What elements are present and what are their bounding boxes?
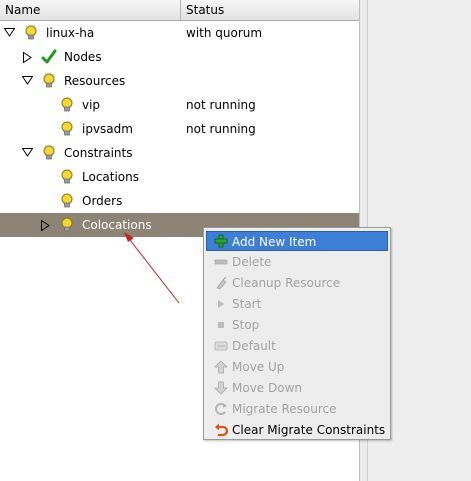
column-header-name[interactable]: Name (0, 0, 181, 20)
menu-item-label: Add New Item (232, 235, 317, 249)
add-icon (214, 234, 228, 248)
play-icon (214, 297, 228, 311)
tree-label: linux-ha (46, 26, 95, 40)
undo-icon (214, 423, 229, 437)
tree-row-locations[interactable]: Locations (0, 165, 359, 189)
arrow-up-icon (214, 360, 228, 374)
menu-item-stop[interactable]: Stop (206, 315, 388, 335)
bulb-icon (24, 25, 38, 41)
menu-item-move-down[interactable]: Move Down (206, 378, 388, 398)
menu-item-label: Stop (232, 318, 260, 332)
tree-label: Nodes (64, 50, 102, 64)
expander-collapsed-icon[interactable] (40, 213, 52, 237)
tree-row-vip[interactable]: vip not running (0, 93, 359, 117)
tree-row-ipvsadm[interactable]: ipvsadm not running (0, 117, 359, 141)
tree-label: ipvsadm (82, 122, 133, 136)
bulb-icon (42, 73, 56, 89)
tree-label: vip (82, 98, 101, 112)
menu-item-default[interactable]: Default (206, 336, 388, 356)
tree-status: not running (186, 98, 256, 112)
tree-label: Orders (82, 194, 123, 208)
migrate-icon (214, 402, 228, 416)
bulb-icon (42, 145, 56, 161)
menu-item-move-up[interactable]: Move Up (206, 357, 388, 377)
tree-header: Name Status (0, 0, 359, 21)
menu-item-label: Clear Migrate Constraints (232, 423, 386, 437)
menu-item-label: Default (232, 339, 276, 353)
menu-item-start[interactable]: Start (206, 294, 388, 314)
context-menu: Add New Item Delete Cleanup Resource Sta… (203, 227, 391, 440)
bulb-icon (60, 169, 74, 185)
tree-label: Constraints (64, 146, 133, 160)
tree-row-orders[interactable]: Orders (0, 189, 359, 213)
tree-status: not running (186, 122, 256, 136)
expander-expanded-icon[interactable] (21, 69, 33, 93)
expander-expanded-icon[interactable] (21, 141, 33, 165)
column-header-status[interactable]: Status (181, 0, 359, 20)
menu-item-label: Move Down (232, 381, 302, 395)
tree-row-resources[interactable]: Resources (0, 69, 359, 93)
bulb-icon (60, 217, 74, 233)
menu-item-label: Start (232, 297, 262, 311)
default-icon (214, 339, 228, 353)
tree-row-linux-ha[interactable]: linux-ha with quorum (0, 21, 359, 45)
stop-icon (214, 318, 228, 332)
bulb-icon (60, 121, 74, 137)
bulb-icon (60, 193, 74, 209)
expander-expanded-icon[interactable] (3, 21, 15, 45)
tree-status: with quorum (186, 26, 263, 40)
tree-label: Locations (82, 170, 140, 184)
check-icon (41, 49, 57, 65)
arrow-down-icon (214, 381, 228, 395)
menu-item-label: Migrate Resource (232, 402, 337, 416)
tree-row-nodes[interactable]: Nodes (0, 45, 359, 69)
bulb-icon (60, 97, 74, 113)
menu-item-delete[interactable]: Delete (206, 252, 388, 272)
menu-item-label: Move Up (232, 360, 285, 374)
expander-collapsed-icon[interactable] (22, 45, 34, 69)
menu-item-clear-migrate-constraints[interactable]: Clear Migrate Constraints (206, 420, 388, 440)
menu-item-add-new-item[interactable]: Add New Item (206, 231, 388, 251)
tree-row-constraints[interactable]: Constraints (0, 141, 359, 165)
menu-item-label: Delete (232, 255, 272, 269)
menu-item-cleanup-resource[interactable]: Cleanup Resource (206, 273, 388, 293)
menu-item-label: Cleanup Resource (232, 276, 341, 290)
tree-label: Colocations (82, 218, 152, 232)
remove-icon (214, 255, 228, 269)
menu-item-migrate-resource[interactable]: Migrate Resource (206, 399, 388, 419)
cleanup-icon (214, 276, 228, 290)
tree-label: Resources (64, 74, 126, 88)
